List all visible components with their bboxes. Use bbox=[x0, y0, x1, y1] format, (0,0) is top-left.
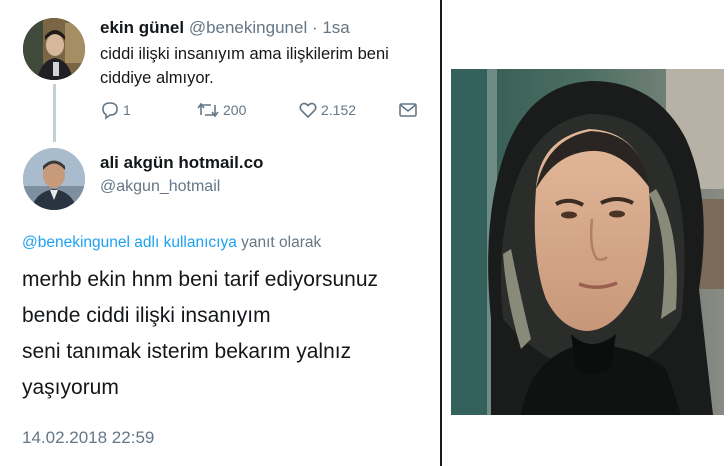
retweet-button[interactable]: 200 bbox=[196, 100, 246, 120]
reply-line: seni tanımak isterim bekarım yalnız bbox=[22, 340, 352, 363]
like-count: 2.152 bbox=[321, 102, 357, 118]
reply-line: bende ciddi ilişki insanıyım bbox=[22, 304, 271, 327]
avatar[interactable] bbox=[23, 148, 85, 210]
message-icon bbox=[398, 100, 418, 120]
retweet-icon bbox=[196, 100, 220, 120]
replying-mention[interactable]: @benekingunel bbox=[22, 234, 130, 251]
reply-line: merhb ekin hnm beni tarif ediyorsunuz bbox=[22, 268, 379, 291]
tweet-screenshot-panel: ekin günel @benekingunel · 1sa ciddi ili… bbox=[0, 0, 440, 466]
reply-icon bbox=[100, 100, 120, 120]
avatar[interactable] bbox=[23, 18, 85, 80]
reply-author-handle[interactable]: @akgun_hotmail bbox=[100, 178, 220, 196]
replying-suffix[interactable]: adlı kullanıcıya bbox=[134, 234, 237, 251]
reply-line: yaşıyorum bbox=[22, 376, 119, 399]
reply-timestamp[interactable]: 14.02.2018 22:59 bbox=[22, 428, 154, 448]
message-button[interactable] bbox=[398, 100, 418, 120]
retweet-count: 200 bbox=[223, 102, 247, 118]
reply-text: merhb ekin hnm beni tarif ediyorsunuz be… bbox=[22, 262, 437, 406]
replying-to: @benekingunel adlı kullanıcıya yanıt ola… bbox=[22, 234, 321, 252]
reply-count: 1 bbox=[123, 102, 131, 118]
tweet-text: ciddi ilişki insanıyım ama ilişkilerim b… bbox=[100, 45, 389, 87]
like-icon bbox=[298, 100, 318, 120]
tweet-time[interactable]: · 1sa bbox=[312, 18, 350, 37]
reply-author-name[interactable]: ali akgün hotmail.co bbox=[100, 153, 263, 173]
replying-tail: yanıt olarak bbox=[241, 234, 322, 251]
reply-button[interactable]: 1 bbox=[100, 100, 131, 120]
thread-connector bbox=[53, 84, 56, 142]
author-name[interactable]: ekin günel bbox=[100, 18, 184, 37]
divider bbox=[440, 0, 442, 466]
tweet-actions: 1 200 2.152 bbox=[100, 100, 420, 122]
like-button[interactable]: 2.152 bbox=[298, 100, 356, 120]
profile-photo bbox=[451, 69, 724, 415]
author-handle[interactable]: @benekingunel bbox=[189, 18, 307, 37]
tweet-header: ekin günel @benekingunel · 1sa bbox=[100, 18, 350, 38]
